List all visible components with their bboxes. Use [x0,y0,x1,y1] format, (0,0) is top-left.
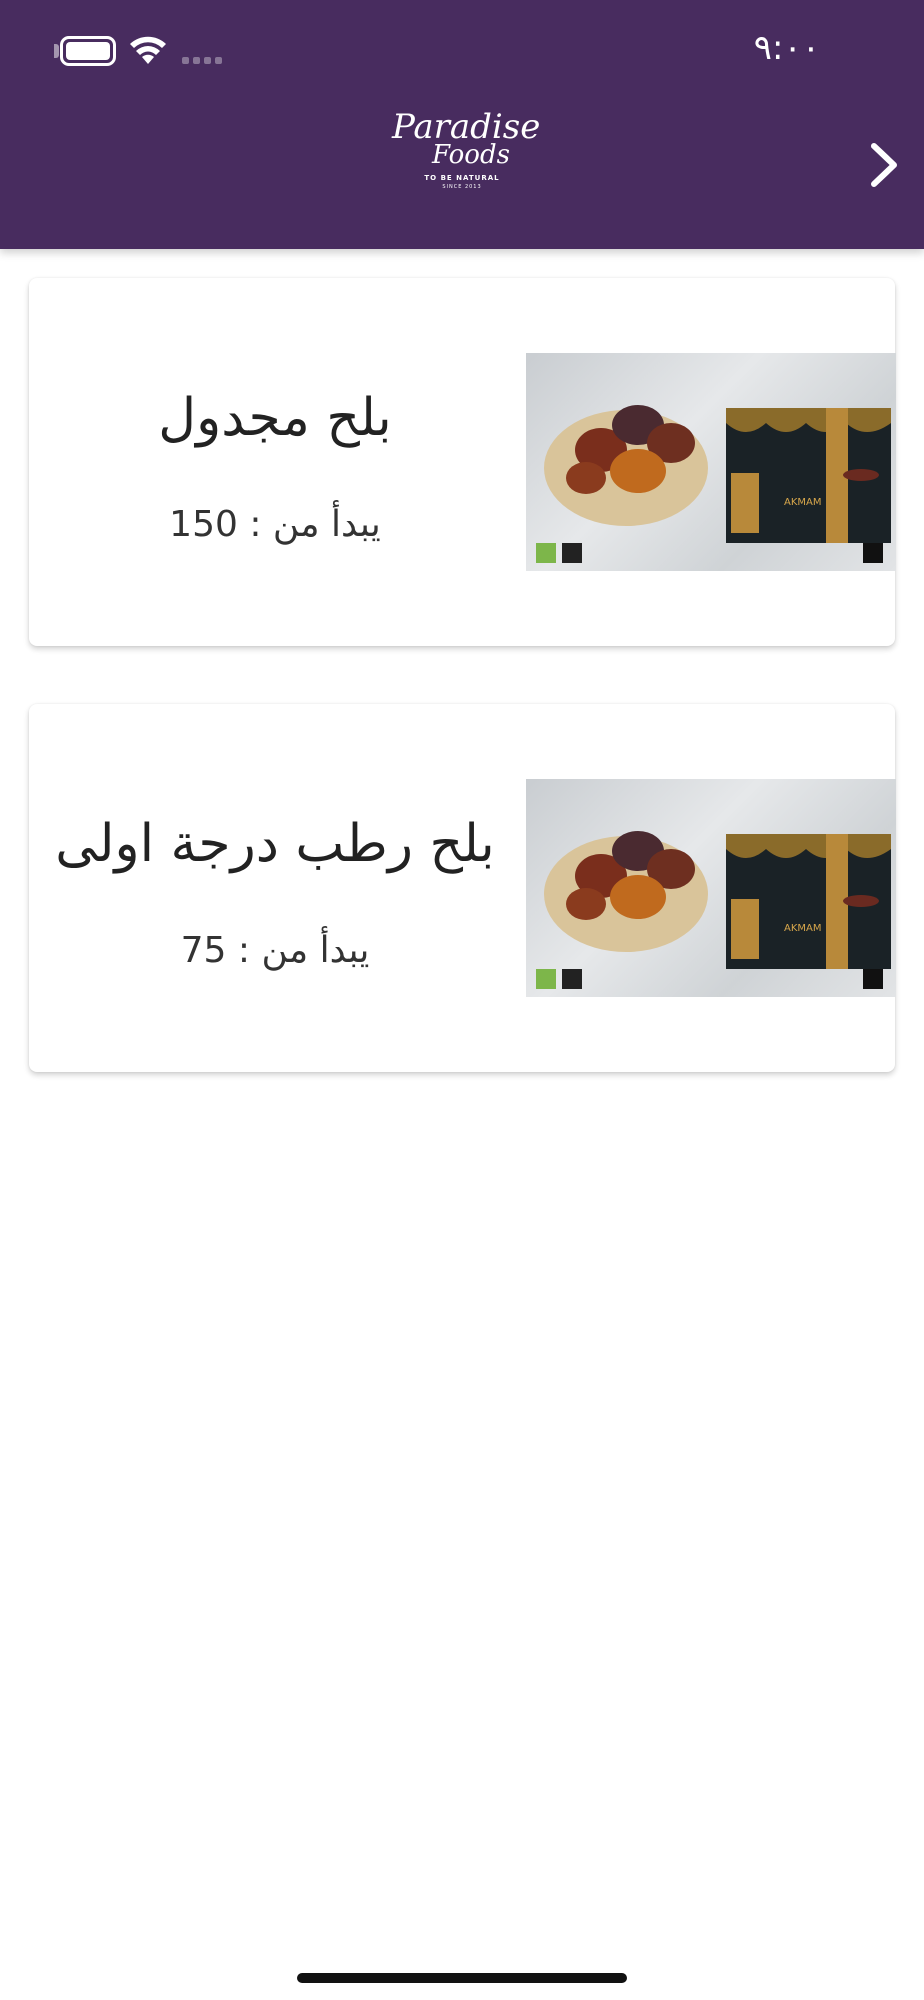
wifi-icon [130,36,166,64]
product-card[interactable]: AKMAM بلح رطب درجة اولى يبدأ من : 75 [29,704,896,1072]
status-time: ٩:٠٠ [753,28,820,68]
app-header: ٩:٠٠ Paradise Foods TO BE NATURAL SINCE … [0,0,924,249]
product-title: بلح رطب درجة اولى [55,814,495,874]
product-price: يبدأ من : 150 [169,504,381,545]
home-indicator[interactable] [297,1973,627,1983]
svg-text:AKMAM: AKMAM [784,497,822,508]
battery-icon [60,36,116,66]
brand-logo: Paradise Foods TO BE NATURAL SINCE 2013 [392,107,541,190]
product-title: بلح مجدول [158,388,392,448]
chevron-right-icon[interactable] [862,140,906,190]
product-price: يبدأ من : 75 [180,930,370,971]
battery-cap [54,44,59,58]
product-card[interactable]: AKMAM بلح مجدول يبدأ من : 150 [29,278,896,646]
product-image: AKMAM [526,779,896,997]
cellular-signal-icon [182,57,222,64]
svg-text:AKMAM: AKMAM [784,923,822,934]
product-image: AKMAM [526,353,896,571]
